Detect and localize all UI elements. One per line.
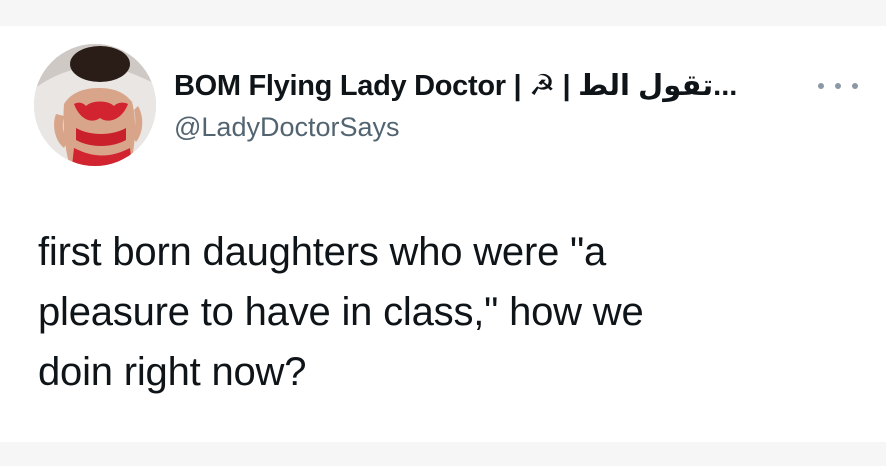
bottom-margin — [0, 442, 886, 466]
avatar[interactable] — [34, 44, 156, 166]
top-margin — [0, 0, 886, 26]
dot-icon — [852, 83, 858, 89]
avatar-photo-icon — [34, 44, 156, 166]
tweet-text-line: first born daughters who were "a — [38, 230, 607, 274]
tweet-text: first born daughters who were "a pleasur… — [38, 222, 838, 402]
tweet-text-line: pleasure to have in class," how we — [38, 290, 644, 334]
more-options-icon[interactable] — [818, 76, 858, 96]
tweet-text-line: doin right now? — [38, 350, 307, 394]
dot-icon — [818, 83, 824, 89]
tweet-card[interactable]: BOM Flying Lady Doctor | ☭ | تقول الط...… — [0, 0, 886, 466]
user-handle[interactable]: @LadyDoctorSays — [174, 112, 400, 143]
dot-icon — [835, 83, 841, 89]
display-name[interactable]: BOM Flying Lady Doctor | ☭ | تقول الط... — [174, 68, 738, 103]
